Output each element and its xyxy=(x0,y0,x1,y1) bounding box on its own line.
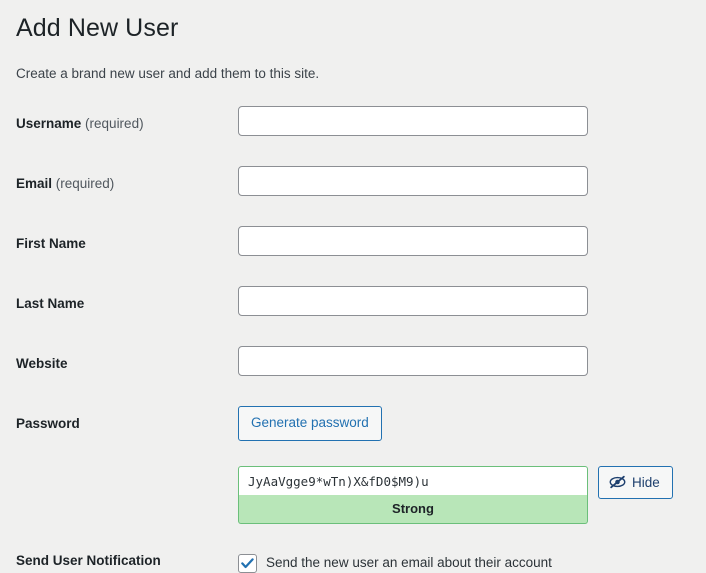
password-control-group: Strong Hide xyxy=(238,466,690,525)
label-cell-last-name: Last Name xyxy=(16,286,238,313)
form-row-first-name: First Name xyxy=(16,226,690,286)
email-required-note: (required) xyxy=(52,176,115,192)
page-subtitle: Create a brand new user and add them to … xyxy=(16,65,320,81)
send-notification-checkbox-row: Send the new user an email about their a… xyxy=(238,548,690,573)
first-name-input[interactable] xyxy=(238,226,588,257)
first-name-label: First Name xyxy=(16,236,86,252)
username-input[interactable] xyxy=(238,106,588,137)
add-user-form: Username (required) Email (required) Fir… xyxy=(16,106,690,573)
send-notification-checkbox[interactable] xyxy=(238,554,257,573)
field-cell-first-name xyxy=(238,226,690,257)
password-strength-indicator: Strong xyxy=(238,495,588,525)
field-cell-website xyxy=(238,346,690,377)
username-label: Username (required) xyxy=(16,116,144,132)
password-label: Password xyxy=(16,416,80,432)
field-cell-password-value: Strong Hide xyxy=(238,466,690,525)
form-row-username: Username (required) xyxy=(16,106,690,166)
send-notification-checkbox-label: Send the new user an email about their a… xyxy=(266,555,552,571)
label-cell-send-notification: Send User Notification xyxy=(16,548,238,570)
field-cell-password-generate: Generate password xyxy=(238,406,690,441)
page-title: Add New User xyxy=(16,14,179,42)
website-label: Website xyxy=(16,356,68,372)
website-input[interactable] xyxy=(238,346,588,377)
send-user-notification-label: Send User Notification xyxy=(16,553,161,569)
username-required-note: (required) xyxy=(81,116,144,132)
form-row-send-notification: Send User Notification Send the new user… xyxy=(16,548,690,573)
last-name-label: Last Name xyxy=(16,296,85,312)
form-row-last-name: Last Name xyxy=(16,286,690,346)
checkmark-icon xyxy=(241,558,254,569)
password-input[interactable] xyxy=(238,466,588,497)
label-cell-website: Website xyxy=(16,346,238,373)
label-cell-email: Email (required) xyxy=(16,166,238,193)
label-cell-first-name: First Name xyxy=(16,226,238,253)
form-row-password-generate: Password Generate password xyxy=(16,406,690,466)
label-cell-password: Password xyxy=(16,406,238,433)
form-row-email: Email (required) xyxy=(16,166,690,226)
hide-password-button[interactable]: Hide xyxy=(598,466,673,500)
field-cell-email xyxy=(238,166,690,197)
form-row-website: Website xyxy=(16,346,690,406)
last-name-input[interactable] xyxy=(238,286,588,317)
label-cell-password-spacer xyxy=(16,466,238,475)
generate-password-button[interactable]: Generate password xyxy=(238,406,382,441)
email-label: Email (required) xyxy=(16,176,115,192)
add-new-user-page: Add New User Create a brand new user and… xyxy=(0,0,706,573)
email-input[interactable] xyxy=(238,166,588,197)
field-cell-last-name xyxy=(238,286,690,317)
field-cell-send-notification: Send the new user an email about their a… xyxy=(238,548,690,573)
label-cell-username: Username (required) xyxy=(16,106,238,133)
hide-password-label: Hide xyxy=(632,474,660,490)
eye-slash-icon xyxy=(609,475,626,489)
form-row-password-value: Strong Hide xyxy=(16,466,690,525)
field-cell-username xyxy=(238,106,690,137)
password-field-stack: Strong xyxy=(238,466,588,525)
